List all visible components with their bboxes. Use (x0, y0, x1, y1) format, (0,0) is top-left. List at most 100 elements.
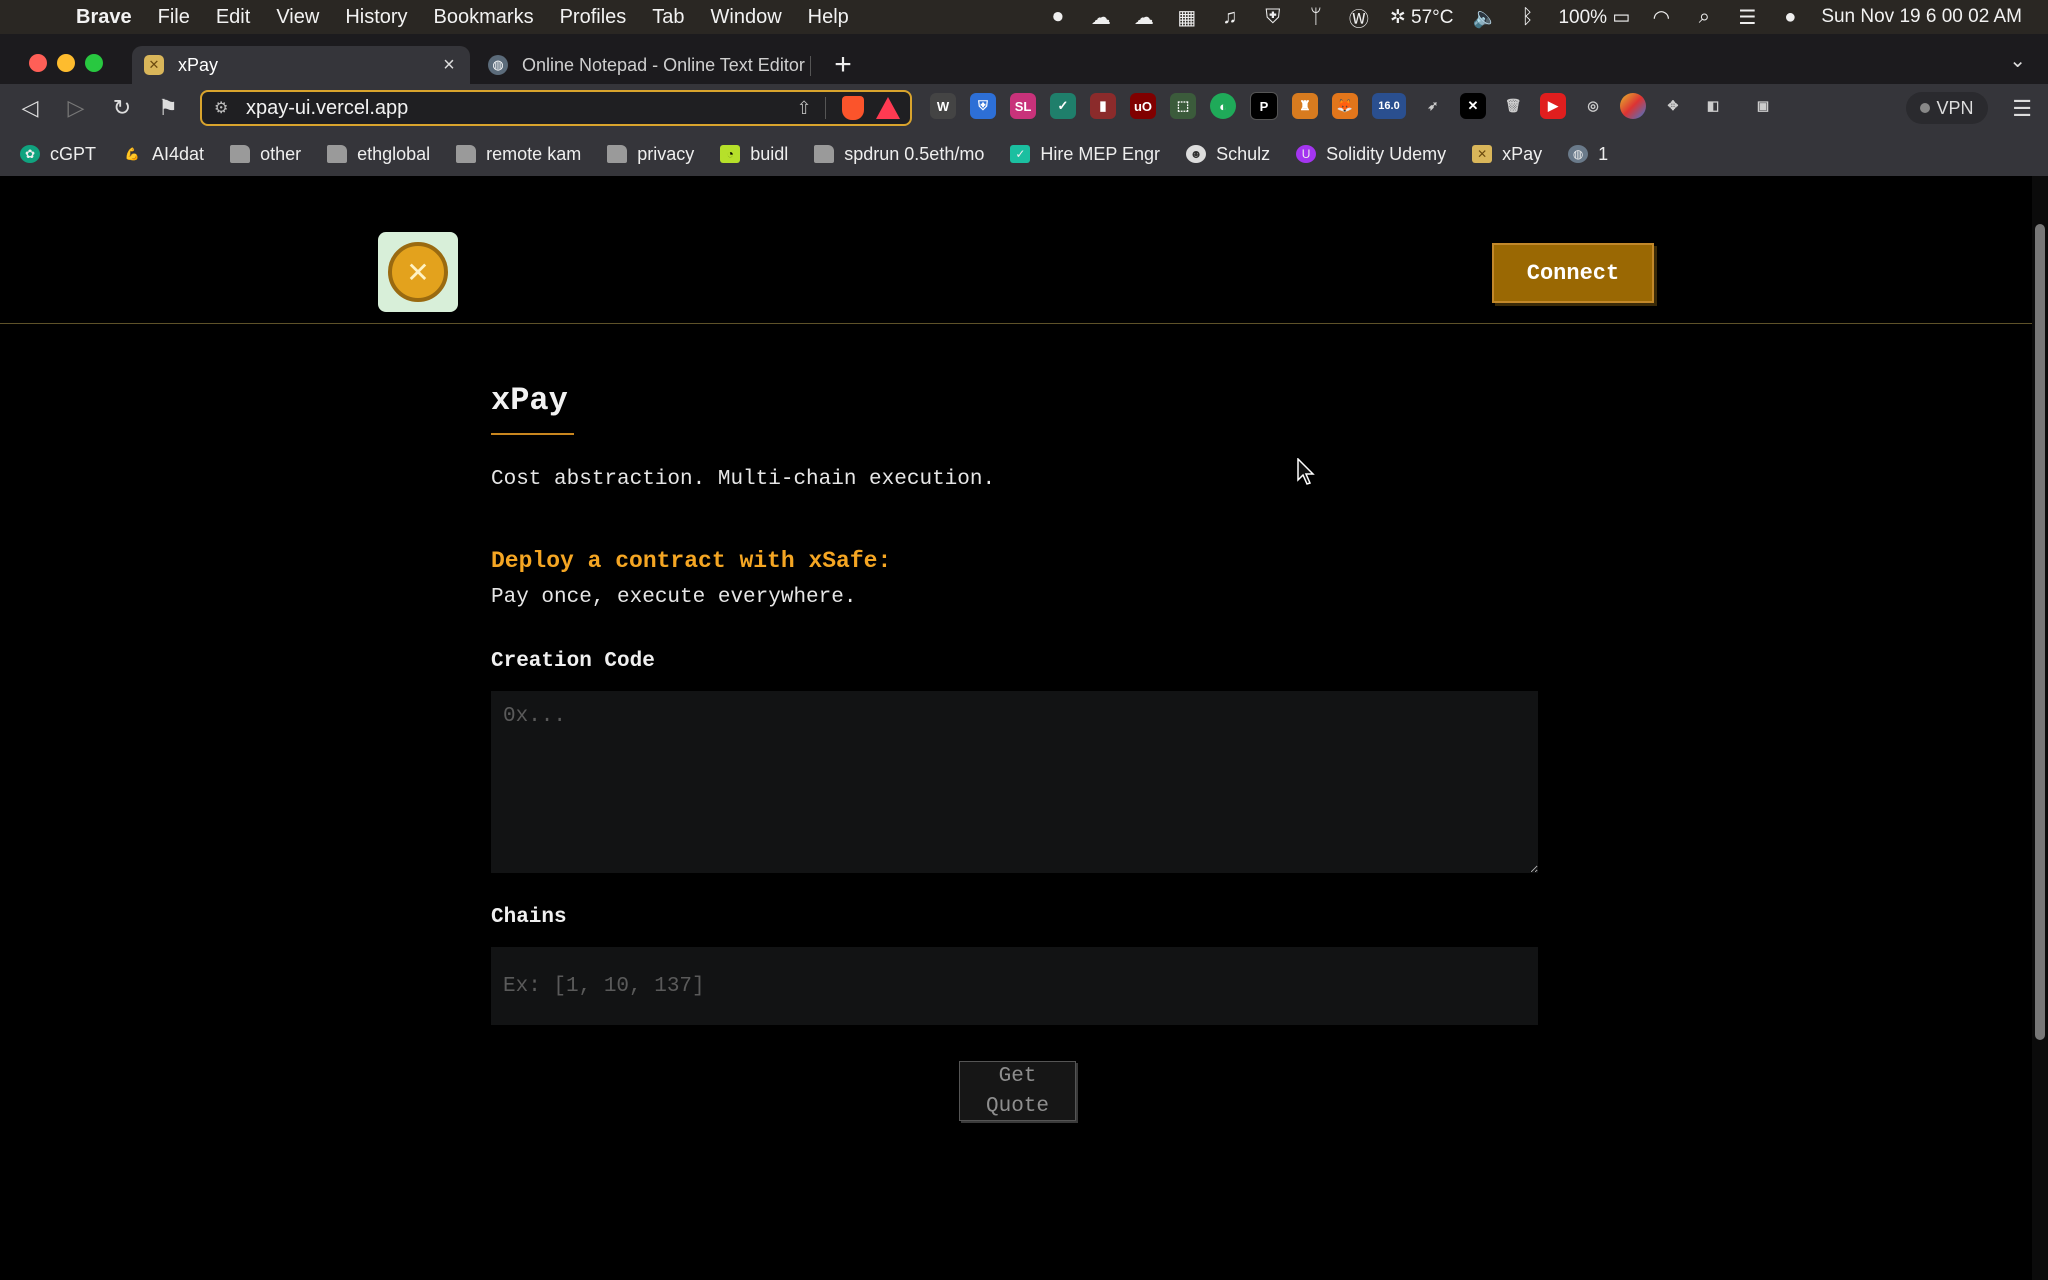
menu-file[interactable]: File (158, 6, 190, 29)
fork-icon[interactable]: ᛘ (1304, 6, 1328, 29)
bluetooth-icon[interactable]: ᛒ (1515, 6, 1539, 29)
wifi-icon[interactable]: ◠ (1649, 5, 1673, 30)
layout-icon[interactable]: ▦ (1175, 5, 1199, 30)
scrollbar-thumb[interactable] (2035, 224, 2045, 1040)
xpay-coin-icon: ✕ (388, 242, 448, 302)
tab-list-chevron-down-icon[interactable]: ⌄ (2009, 48, 2026, 73)
address-bar[interactable]: ⚙ xpay-ui.vercel.app ⇧ (200, 90, 912, 126)
brave-rewards-icon[interactable] (876, 97, 900, 119)
shield-icon[interactable]: ⛨ (1261, 6, 1285, 29)
bookmark-label: buidl (750, 143, 789, 164)
extension-w-icon[interactable]: W (930, 93, 956, 119)
openai-icon: ✿ (20, 145, 40, 163)
tab-xpay[interactable]: ✕ xPay × (132, 46, 470, 84)
site-settings-icon[interactable]: ⚙ (214, 98, 236, 118)
address-url[interactable]: xpay-ui.vercel.app (246, 97, 791, 120)
page-scrollbar[interactable] (2032, 176, 2048, 1280)
extensions-puzzle-icon[interactable]: ✥ (1660, 93, 1686, 119)
bookmark-icon[interactable]: ⚑ (152, 92, 184, 124)
bookmark-xpay[interactable]: ✕ xPay (1472, 144, 1542, 165)
zoom-window-button[interactable] (85, 54, 103, 72)
extension-color-icon[interactable] (1620, 93, 1646, 119)
creation-code-input[interactable] (491, 691, 1538, 873)
menu-window[interactable]: Window (711, 6, 782, 29)
extension-p-icon[interactable]: P (1250, 92, 1278, 120)
cloud-icon[interactable]: ☁ (1089, 5, 1113, 30)
extension-ublock-icon[interactable]: uO (1130, 93, 1156, 119)
bookmark-folder-ethglobal[interactable]: ethglobal (327, 144, 430, 165)
extension-badge[interactable]: 16.0 (1372, 93, 1406, 119)
forward-arrow-icon[interactable]: ▷ (60, 92, 92, 124)
reload-icon[interactable]: ↻ (106, 92, 138, 124)
temperature-value: 57°C (1411, 6, 1454, 28)
menu-tab[interactable]: Tab (652, 6, 684, 29)
menu-profiles[interactable]: Profiles (560, 6, 627, 29)
music-icon[interactable]: ♫ (1218, 6, 1242, 29)
globe-favicon-icon: ◍ (488, 55, 508, 75)
extension-trash-icon[interactable]: 🗑 (1500, 93, 1526, 119)
brave-shields-icon[interactable] (842, 96, 864, 120)
fan-icon: ✲ (1389, 6, 1412, 28)
new-tab-plus-icon[interactable]: + (826, 48, 860, 82)
extension-youtube-icon[interactable]: ▶ (1540, 93, 1566, 119)
bookmark-globe-1[interactable]: ◍ 1 (1568, 144, 1608, 165)
bookmark-folder-remote-kam[interactable]: remote kam (456, 144, 581, 165)
get-quote-button[interactable]: Get Quote (959, 1061, 1076, 1121)
extension-green-circle-icon[interactable]: ◐ (1210, 93, 1236, 119)
xpay-logo[interactable]: ✕ (378, 232, 458, 312)
volume-icon[interactable]: 🔈 (1472, 5, 1497, 30)
bookmark-cgpt[interactable]: ✿ cGPT (20, 144, 96, 165)
extension-red-icon[interactable]: ▮ (1090, 93, 1116, 119)
bookmark-folder-other[interactable]: other (230, 144, 301, 165)
upwork-check-icon: ✓ (1010, 145, 1031, 163)
extension-glasses-icon[interactable]: ◎ (1580, 93, 1606, 119)
control-center-icon[interactable]: ☰ (1735, 5, 1759, 30)
extension-x-icon[interactable]: ✕ (1460, 93, 1486, 119)
chains-input[interactable] (491, 947, 1538, 1025)
w-circle-icon[interactable]: Ⓦ (1347, 3, 1371, 32)
vpn-button[interactable]: VPN (1906, 92, 1988, 124)
extension-toggle-icon[interactable]: ⬚ (1170, 93, 1196, 119)
bookmark-buidl[interactable]: ◔ buidl (720, 144, 788, 165)
menu-view[interactable]: View (276, 6, 319, 29)
close-window-button[interactable] (29, 54, 47, 72)
menu-history[interactable]: History (345, 6, 407, 29)
extension-bitwarden-icon[interactable]: ⛨ (970, 93, 996, 119)
minimize-window-button[interactable] (57, 54, 75, 72)
extension-sl-icon[interactable]: SL (1010, 93, 1036, 119)
chains-label: Chains (491, 906, 567, 929)
extension-shield-icon[interactable]: ✓ (1050, 93, 1076, 119)
hamburger-menu-icon[interactable]: ☰ (2012, 96, 2032, 122)
wallet-icon[interactable]: ▣ (1750, 93, 1776, 119)
menu-help[interactable]: Help (808, 6, 849, 29)
back-arrow-icon[interactable]: ◁ (14, 92, 46, 124)
close-tab-icon[interactable]: × (436, 54, 462, 77)
bookmark-ai4dat[interactable]: 💪 AI4dat (122, 144, 205, 165)
menubar-clock[interactable]: Sun Nov 19 6 00 02 AM (1821, 6, 2022, 28)
siri-icon[interactable]: ● (1778, 6, 1802, 29)
extension-metamask-icon[interactable]: 🦊 (1332, 93, 1358, 119)
bookmark-hire-mep-engr[interactable]: ✓ Hire MEP Engr (1010, 144, 1160, 165)
temperature-readout[interactable]: ✲ 57°C (1390, 6, 1454, 29)
connect-button[interactable]: Connect (1492, 243, 1654, 303)
menu-app-name[interactable]: Brave (76, 6, 132, 29)
bookmark-folder-spdrun[interactable]: spdrun 0.5eth/mo (814, 144, 984, 165)
xpay-favicon-icon: ✕ (1472, 145, 1493, 163)
page-title: xPay (491, 382, 568, 419)
share-icon[interactable]: ⇧ (791, 98, 817, 119)
record-icon[interactable]: ⏺ (1046, 6, 1070, 29)
buidl-icon: ◔ (720, 145, 741, 163)
menu-bookmarks[interactable]: Bookmarks (434, 6, 534, 29)
tab-online-notepad[interactable]: ◍ Online Notepad - Online Text Editor (476, 46, 808, 84)
bookmark-folder-privacy[interactable]: privacy (607, 144, 694, 165)
site-header: ✕ Connect (0, 176, 2032, 324)
spotlight-search-icon[interactable]: ⌕ (1692, 6, 1716, 29)
bookmark-schulz[interactable]: ☻ Schulz (1186, 144, 1270, 165)
bookmark-solidity-udemy[interactable]: U Solidity Udemy (1296, 144, 1446, 165)
battery-readout[interactable]: 100% ▭ (1558, 6, 1630, 29)
cloud-sync-icon[interactable]: ☁ (1132, 5, 1156, 30)
menu-edit[interactable]: Edit (216, 6, 250, 29)
extension-feather-icon[interactable]: ➶ (1420, 93, 1446, 119)
sidebar-toggle-icon[interactable]: ◧ (1700, 93, 1726, 119)
extension-orange-icon[interactable]: ♜ (1292, 93, 1318, 119)
